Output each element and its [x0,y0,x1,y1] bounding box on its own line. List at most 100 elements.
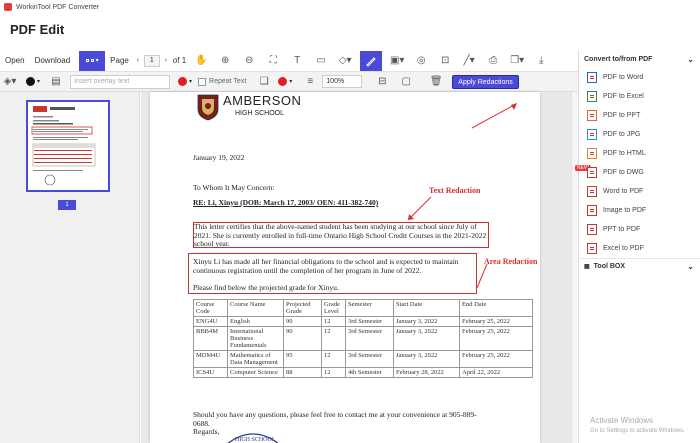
image-to-pdf-icon [587,205,597,216]
convert-item-pdf-to-word[interactable]: PDF to Word [579,68,700,87]
ellipse-tool-icon[interactable]: ◎ [413,53,429,69]
page-thumbnail[interactable] [26,100,110,192]
text-tool-icon[interactable]: T [289,53,305,69]
convert-item-pdf-to-dwg[interactable]: NEW PDF to DWG [575,163,700,182]
download-icon[interactable]: ⤓ [533,53,549,69]
trash-icon[interactable]: 🗑 [428,74,444,90]
table-cell: 88 [283,367,322,378]
font-icon[interactable]: ▤ [48,74,64,90]
table-cell: Computer Science [227,367,284,378]
convert-item-label: Excel to PDF [603,245,644,252]
sticky-note-icon[interactable]: ▢ [398,74,414,90]
table-cell: January 3, 2022 [393,316,460,327]
annotation-arrow-icon [471,103,517,129]
table-cell: 12 [321,316,346,327]
fill-color-swatch[interactable] [26,77,35,86]
convert-item-excel-to-pdf[interactable]: Excel to PDF [579,239,700,258]
svg-text:HIGH SCHOOL: HIGH SCHOOL [235,437,276,443]
closing-line: 0688. [193,418,210,428]
convert-item-pdf-to-ppt[interactable]: PDF to PPT [579,106,700,125]
chevron-down-icon[interactable]: ▾ [37,78,40,85]
toolbox-section-header[interactable]: ▦ Tool BOX ⌄ [579,258,700,274]
align-icon[interactable]: ≡ [302,74,318,90]
zoom-out-icon[interactable]: ⊖ [241,53,257,69]
shape-tool-icon[interactable]: ◇▾ [337,53,353,69]
stamp-icon[interactable]: ⊟ [374,74,390,90]
closing-line: Should you have any questions, please fe… [193,410,477,419]
convert-item-image-to-pdf[interactable]: Image to PDF [579,201,700,220]
table-cell: 90 [283,316,322,327]
comment-icon[interactable]: ▭ [313,53,329,69]
table-header-row: Course Code Course Name Projected Grade … [193,299,533,317]
thumbnail-view-button[interactable]: ▾ [79,50,106,71]
table-cell: 3rd Semester [345,350,394,368]
word-to-pdf-icon [587,186,597,197]
table-cell: 3rd Semester [345,316,394,327]
convert-item-pdf-to-jpg[interactable]: PDF to JPG [579,125,700,144]
table-cell: January 3, 2022 [393,326,460,351]
table-row: ENG4U English 90 12 3rd Semester January… [193,316,533,327]
chevron-down-icon: ⌄ [687,262,694,271]
fill-icon[interactable]: ◈▾ [2,74,18,90]
paragraph-1: This letter certifies that the above-nam… [194,222,486,249]
repeat-text-label: Repeat Text [209,78,247,85]
table-cell: 90 [283,326,322,351]
redaction-toolbar: ◈▾ ▾ ▤ Insert overlay text ▾ Repeat Text… [0,72,578,92]
convert-item-pdf-to-excel[interactable]: PDF to Excel [579,87,700,106]
convert-item-ppt-to-pdf[interactable]: PPT to PDF [579,220,700,239]
apply-redactions-button[interactable]: Apply Redactions [452,74,519,89]
convert-item-label: Word to PDF [603,188,644,195]
outline-icon[interactable]: ❑ [256,74,272,90]
pdf-page[interactable]: AMBERSON HIGH SCHOOL January 19, 2022 To… [150,92,540,443]
thumbnail-preview [31,106,96,186]
copy-icon[interactable]: ❐▾ [509,53,525,69]
table-cell: February 25, 2022 [459,316,533,327]
repeat-text-checkbox[interactable] [198,77,207,86]
print-icon[interactable]: ⎙ [485,53,501,69]
paragraph-2-line: continuous registration until the comple… [193,266,422,275]
hand-tool-icon[interactable]: ✋ [193,53,209,69]
overlay-text-input[interactable]: Insert overlay text [70,74,171,89]
fit-page-icon[interactable]: ⛶ [265,53,281,69]
text-color-swatch[interactable] [178,77,188,86]
paragraph-2: Xinyu Li has made all her financial obli… [193,257,459,275]
prev-page-icon[interactable]: ‹ [134,53,142,69]
convert-item-word-to-pdf[interactable]: Word to PDF [579,182,700,201]
table-cell: February 28, 2022 [393,367,460,378]
table-cell: 12 [321,350,346,368]
main-toolbar: Open Download ▾ Page ‹ 1 › of 1 ✋ ⊕ ⊖ ⛶ … [0,50,578,72]
page-number-badge: 1 [58,200,76,210]
text-redaction-annotation: Text Redaction [429,186,481,195]
convert-item-label: PDF to Excel [603,93,644,100]
table-cell: ENG4U [193,316,228,327]
pen-icon [366,56,376,67]
download-button[interactable]: Download [30,56,76,65]
title-bar: WorkinTool PDF Converter [0,0,700,14]
page-number-input[interactable]: 1 [143,54,160,67]
table-cell: 3rd Semester [345,326,394,351]
table-header: Course Name [227,299,284,317]
zoom-select[interactable]: 100% [322,75,363,88]
chevron-down-icon[interactable]: ▾ [189,78,192,85]
next-page-icon[interactable]: › [162,53,170,69]
convert-item-pdf-to-html[interactable]: PDF to HTML [579,144,700,163]
outline-color-swatch[interactable] [278,77,288,86]
vertical-scrollbar[interactable] [571,92,578,443]
crop-tool-icon[interactable]: ⊡ [437,53,453,69]
zoom-in-icon[interactable]: ⊕ [217,53,233,69]
redaction-tool-button[interactable] [360,50,383,71]
letter-date: January 19, 2022 [193,153,245,162]
table-header: Course Code [193,299,228,317]
convert-item-label: PDF to HTML [603,150,646,157]
convert-item-label: PDF to JPG [603,131,641,138]
table-cell: 4th Semester [345,367,394,378]
image-tool-icon[interactable]: ▣▾ [389,53,405,69]
page-title: PDF Edit [10,22,65,37]
chevron-down-icon[interactable]: ▾ [289,78,292,85]
open-button[interactable]: Open [0,56,30,65]
table-header: Start Date [393,299,460,317]
convert-section-header[interactable]: Convert to/from PDF ⌄ [579,50,700,68]
chevron-down-icon: ▾ [95,58,99,64]
line-tool-icon[interactable]: ╱▾ [461,53,477,69]
right-panel: Convert to/from PDF ⌄ PDF to Word PDF to… [575,50,700,443]
